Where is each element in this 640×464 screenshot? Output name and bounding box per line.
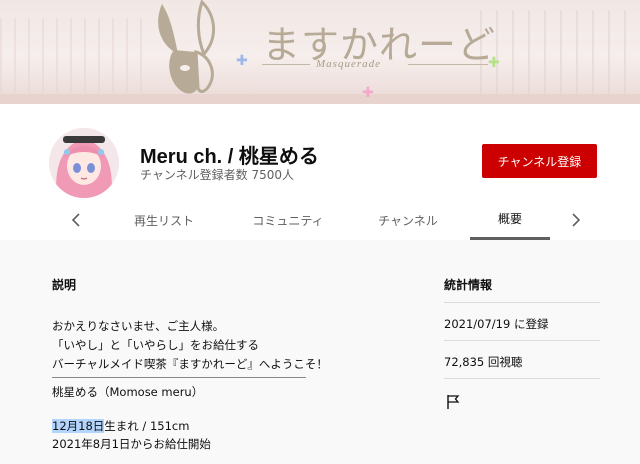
avatar[interactable]: [49, 128, 119, 198]
chevron-left-icon[interactable]: [64, 200, 88, 240]
channel-banner: ますかれーど Masquerade ✚ ✚ ✚: [0, 0, 640, 104]
tab-channels[interactable]: チャンネル: [362, 200, 454, 240]
description-text: 生まれ / 151cm: [104, 419, 190, 433]
stats-divider: [444, 302, 600, 303]
banner-background-left: [0, 18, 150, 104]
subscribe-button[interactable]: チャンネル登録: [482, 144, 597, 178]
sparkle-icon: ✚: [362, 85, 374, 101]
stats-divider: [444, 340, 600, 341]
sparkle-icon: ✚: [236, 53, 248, 69]
stats-heading: 統計情報: [444, 278, 493, 292]
banner-background-right: [480, 10, 640, 104]
bunny-mask-logo: [158, 0, 215, 94]
chevron-right-icon[interactable]: [564, 200, 588, 240]
joined-date: 2021/07/19 に登録: [444, 317, 549, 331]
banner-rule-left: [262, 64, 310, 65]
stats-divider: [444, 378, 600, 379]
channel-header: Meru ch. / 桃星める チャンネル登録者数 7500人 チャンネル登録 …: [0, 104, 640, 240]
description-line: バーチャルメイド喫茶『ますかれーど』へようこそ！: [52, 357, 328, 371]
flag-icon[interactable]: [446, 394, 460, 414]
view-count: 72,835 回視聴: [444, 355, 523, 369]
sparkle-icon: ✚: [488, 55, 500, 71]
tab-playlists[interactable]: 再生リスト: [118, 200, 210, 240]
subscriber-count: チャンネル登録者数 7500人: [140, 168, 294, 182]
selected-text: 12月18日: [52, 419, 105, 433]
about-content: 説明 おかえりなさいませ、ご主人様。 「いやし」と「いやらし」をお給仕する バー…: [0, 240, 640, 464]
description-divider: [52, 377, 306, 378]
description-line: 「いやし」と「いやらし」をお給仕する: [52, 338, 259, 352]
description-heading: 説明: [52, 278, 77, 292]
avatar-image: [49, 128, 119, 198]
channel-tabs: 再生リスト コミュニティ チャンネル 概要: [0, 200, 640, 240]
banner-floor: [0, 94, 640, 104]
description-line-birthday: 12月18日生まれ / 151cm: [52, 418, 189, 434]
tab-about[interactable]: 概要: [470, 200, 550, 240]
banner-rule-right: [408, 64, 488, 65]
channel-name[interactable]: Meru ch. / 桃星める: [140, 140, 319, 169]
banner-logo-subtitle: Masquerade: [316, 58, 381, 70]
tab-community[interactable]: コミュニティ: [236, 200, 340, 240]
description-line: 桃星める（Momose meru）: [52, 385, 204, 399]
description-line: 2021年8月1日からお給仕開始: [52, 437, 211, 451]
description-line: おかえりなさいませ、ご主人様。: [52, 319, 225, 333]
